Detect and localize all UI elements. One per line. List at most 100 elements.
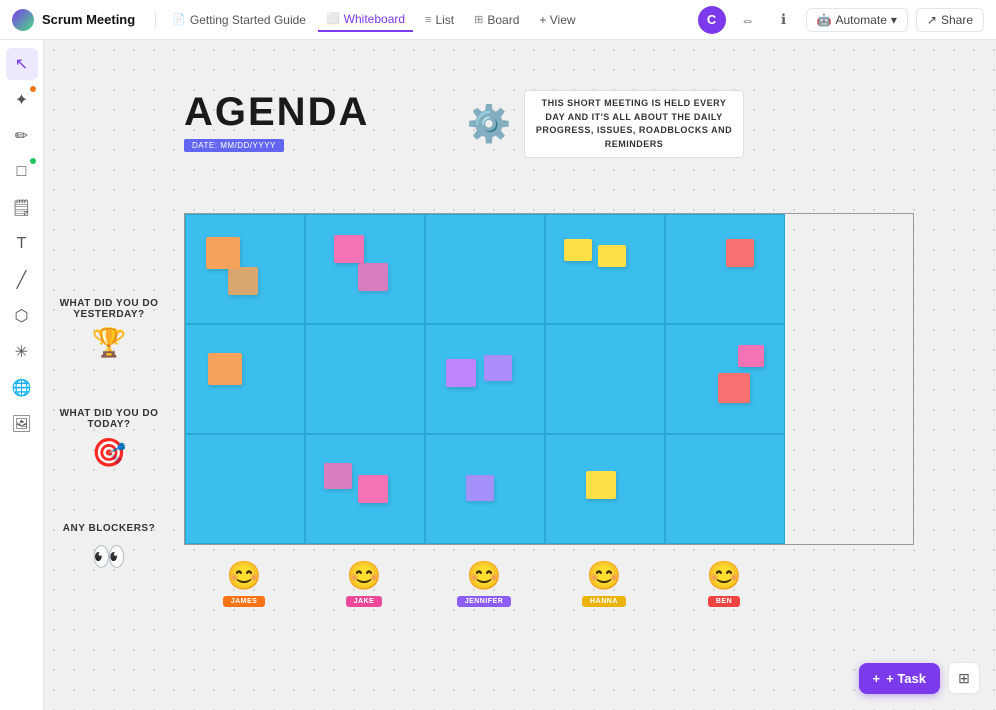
canvas[interactable]: AGENDA DATE: MM/DD/YYYY ⚙️ THIS SHORT ME… bbox=[44, 40, 996, 710]
cell-0-2 bbox=[425, 214, 545, 324]
info-btn[interactable]: ℹ bbox=[770, 6, 798, 34]
eyes-icon: 👀 bbox=[92, 540, 127, 573]
topbar: Scrum Meeting 📄 Getting Started Guide ⬜ … bbox=[0, 0, 996, 40]
sticky-note[interactable] bbox=[726, 239, 754, 267]
cell-1-3 bbox=[545, 324, 665, 434]
sidebar: ↖ ✦ ✏ □ 🗒 T ╱ ⬡ ✳ 🌐 🖼 bbox=[0, 40, 44, 710]
cell-2-4 bbox=[665, 434, 785, 544]
agenda-desc-text: THIS SHORT MEETING IS HELD EVERY DAY AND… bbox=[524, 90, 744, 158]
tab-board[interactable]: ⊞ Board bbox=[466, 9, 527, 31]
sidebar-pen-tool[interactable]: ✏ bbox=[6, 120, 38, 152]
avatar-jennifer: 😊 JENNIFER bbox=[424, 559, 544, 607]
cell-0-3 bbox=[545, 214, 665, 324]
tab-getting-started[interactable]: 📄 Getting Started Guide bbox=[164, 9, 314, 31]
sidebar-text-tool[interactable]: T bbox=[6, 228, 38, 260]
sticky-grid bbox=[184, 213, 914, 545]
share-button[interactable]: ↗ Share bbox=[916, 8, 984, 32]
avatar-ben: 😊 BEN bbox=[664, 559, 784, 607]
label-blockers: ANY BLOCKERS? 👀 bbox=[44, 493, 174, 603]
sidebar-ai-tool[interactable]: ✳ bbox=[6, 336, 38, 368]
jake-emoji: 😊 bbox=[347, 559, 382, 592]
share-icon: ↗ bbox=[927, 13, 937, 27]
main-layout: ↖ ✦ ✏ □ 🗒 T ╱ ⬡ ✳ 🌐 🖼 AGENDA DATE: MM/DD… bbox=[0, 40, 996, 710]
sidebar-shape-tool[interactable]: □ bbox=[6, 156, 38, 188]
cell-2-2 bbox=[425, 434, 545, 544]
tab-list-label: List bbox=[435, 13, 454, 27]
whiteboard-tab-icon: ⬜ bbox=[326, 12, 340, 25]
board-icon: ⊞ bbox=[474, 13, 483, 26]
avatar-james: 😊 JAMES bbox=[184, 559, 304, 607]
sticky-note[interactable] bbox=[324, 463, 352, 489]
sidebar-note-tool[interactable]: 🗒 bbox=[6, 192, 38, 224]
sidebar-magic-tool[interactable]: ✦ bbox=[6, 84, 38, 116]
grid-apps-button[interactable]: ⊞ bbox=[948, 662, 980, 694]
task-button[interactable]: + + Task bbox=[859, 663, 940, 694]
sidebar-cursor-tool[interactable]: ↖ bbox=[6, 48, 38, 80]
cell-0-4 bbox=[665, 214, 785, 324]
nav-separator bbox=[155, 12, 156, 28]
agenda-description: ⚙️ THIS SHORT MEETING IS HELD EVERY DAY … bbox=[464, 90, 744, 158]
tab-board-label: Board bbox=[487, 13, 519, 27]
sidebar-connect-tool[interactable]: ⬡ bbox=[6, 300, 38, 332]
grid-container: WHAT DID YOU DO YESTERDAY? 🏆 WHAT DID YO… bbox=[184, 213, 914, 607]
tab-view[interactable]: + View bbox=[531, 9, 583, 31]
sticky-note[interactable] bbox=[586, 471, 616, 499]
sticky-note[interactable] bbox=[466, 475, 494, 501]
sticky-note[interactable] bbox=[206, 237, 240, 269]
sticky-note[interactable] bbox=[446, 359, 476, 387]
label-today: WHAT DID YOU DO TODAY? 🎯 bbox=[44, 383, 174, 493]
task-plus-icon: + bbox=[873, 671, 881, 686]
tab-whiteboard-label: Whiteboard bbox=[344, 12, 405, 26]
sidebar-line-tool[interactable]: ╱ bbox=[6, 264, 38, 296]
jake-badge: JAKE bbox=[346, 596, 383, 607]
avatar[interactable]: C bbox=[698, 6, 726, 34]
cell-2-1 bbox=[305, 434, 425, 544]
tab-view-label: + View bbox=[539, 13, 575, 27]
target-icon: 🎯 bbox=[92, 436, 127, 469]
sticky-note[interactable] bbox=[718, 373, 750, 403]
tab-whiteboard[interactable]: ⬜ Whiteboard bbox=[318, 8, 413, 32]
agenda-header: AGENDA DATE: MM/DD/YYYY ⚙️ THIS SHORT ME… bbox=[184, 90, 914, 153]
sticky-note[interactable] bbox=[358, 263, 388, 291]
topbar-right: C ⇔ ℹ 🤖 Automate ▾ ↗ Share bbox=[698, 6, 984, 34]
tab-getting-started-label: Getting Started Guide bbox=[190, 13, 306, 27]
avatar-hanna: 😊 HANNA bbox=[544, 559, 664, 607]
sidebar-globe-tool[interactable]: 🌐 bbox=[6, 372, 38, 404]
automate-chevron: ▾ bbox=[891, 13, 897, 27]
james-emoji: 😊 bbox=[227, 559, 262, 592]
label-blockers-text: ANY BLOCKERS? bbox=[63, 523, 155, 534]
sticky-note[interactable] bbox=[484, 355, 512, 381]
doc-icon: 📄 bbox=[172, 13, 186, 26]
fit-view-btn[interactable]: ⇔ bbox=[734, 6, 762, 34]
sticky-note[interactable] bbox=[358, 475, 388, 503]
shape-dot bbox=[30, 158, 36, 164]
sticky-note[interactable] bbox=[564, 239, 592, 261]
cell-1-2 bbox=[425, 324, 545, 434]
trophy-icon: 🏆 bbox=[92, 326, 127, 359]
gear-emoji: ⚙️ bbox=[464, 99, 514, 149]
cell-0-0 bbox=[185, 214, 305, 324]
ben-emoji: 😊 bbox=[707, 559, 742, 592]
cell-2-3 bbox=[545, 434, 665, 544]
ben-badge: BEN bbox=[708, 596, 740, 607]
sticky-note[interactable] bbox=[334, 235, 364, 263]
sticky-note[interactable] bbox=[598, 245, 626, 267]
grid-icon: ⊞ bbox=[958, 670, 970, 687]
automate-label: Automate bbox=[836, 13, 887, 27]
label-yesterday-text: WHAT DID YOU DO YESTERDAY? bbox=[44, 298, 174, 320]
cell-1-0 bbox=[185, 324, 305, 434]
sticky-note[interactable] bbox=[228, 267, 258, 295]
james-badge: JAMES bbox=[223, 596, 266, 607]
hanna-badge: HANNA bbox=[582, 596, 626, 607]
jennifer-emoji: 😊 bbox=[467, 559, 502, 592]
tab-list[interactable]: ≡ List bbox=[417, 9, 462, 31]
sticky-note[interactable] bbox=[738, 345, 764, 367]
app-icon bbox=[12, 9, 34, 31]
sidebar-image-tool[interactable]: 🖼 bbox=[6, 408, 38, 440]
magic-dot bbox=[30, 86, 36, 92]
automate-button[interactable]: 🤖 Automate ▾ bbox=[806, 8, 908, 32]
list-icon: ≡ bbox=[425, 14, 431, 26]
sticky-note[interactable] bbox=[208, 353, 242, 385]
avatar-jake: 😊 JAKE bbox=[304, 559, 424, 607]
share-label: Share bbox=[941, 13, 973, 27]
